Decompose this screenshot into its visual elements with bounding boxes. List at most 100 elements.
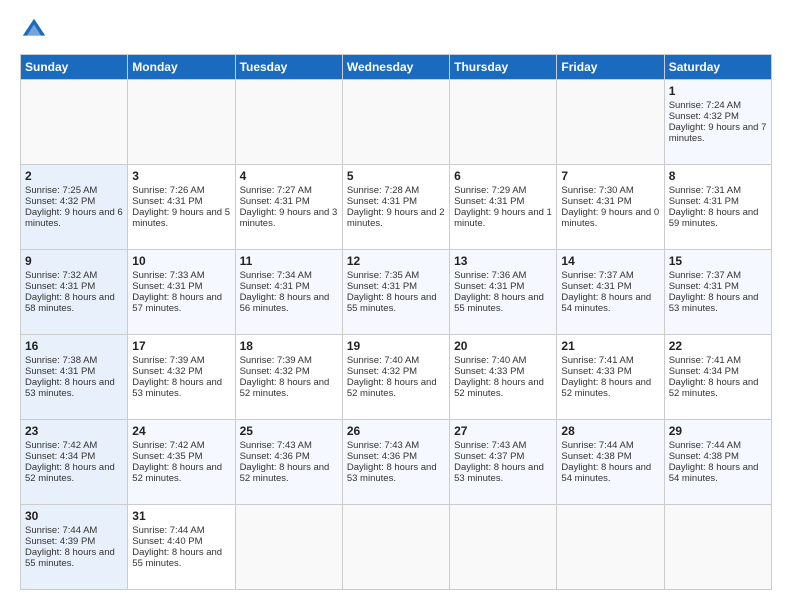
day-number: 10	[132, 254, 230, 268]
day-number: 15	[669, 254, 767, 268]
calendar-week-row: 30Sunrise: 7:44 AMSunset: 4:39 PMDayligh…	[21, 505, 772, 590]
sunrise-text: Sunrise: 7:30 AM	[561, 185, 633, 196]
calendar-cell: 11Sunrise: 7:34 AMSunset: 4:31 PMDayligh…	[235, 250, 342, 335]
sunset-text: Sunset: 4:31 PM	[240, 281, 310, 292]
daylight-text: Daylight: 9 hours and 7 minutes.	[669, 122, 767, 144]
sunset-text: Sunset: 4:31 PM	[240, 196, 310, 207]
calendar-cell: 17Sunrise: 7:39 AMSunset: 4:32 PMDayligh…	[128, 335, 235, 420]
col-monday: Monday	[128, 55, 235, 80]
sunset-text: Sunset: 4:37 PM	[454, 451, 524, 462]
daylight-text: Daylight: 8 hours and 53 minutes.	[669, 292, 759, 314]
daylight-text: Daylight: 8 hours and 52 minutes.	[25, 462, 115, 484]
sunrise-text: Sunrise: 7:28 AM	[347, 185, 419, 196]
sunset-text: Sunset: 4:36 PM	[240, 451, 310, 462]
day-number: 16	[25, 339, 123, 353]
sunset-text: Sunset: 4:31 PM	[347, 281, 417, 292]
col-tuesday: Tuesday	[235, 55, 342, 80]
daylight-text: Daylight: 8 hours and 55 minutes.	[454, 292, 544, 314]
calendar-cell: 30Sunrise: 7:44 AMSunset: 4:39 PMDayligh…	[21, 505, 128, 590]
calendar-cell	[557, 505, 664, 590]
calendar-cell: 24Sunrise: 7:42 AMSunset: 4:35 PMDayligh…	[128, 420, 235, 505]
day-number: 27	[454, 424, 552, 438]
sunrise-text: Sunrise: 7:27 AM	[240, 185, 312, 196]
daylight-text: Daylight: 8 hours and 53 minutes.	[454, 462, 544, 484]
calendar-cell: 16Sunrise: 7:38 AMSunset: 4:31 PMDayligh…	[21, 335, 128, 420]
calendar-week-row: 16 Sunrise: 7:38 AMSunset: 4:31 PM Dayligh…	[21, 335, 772, 420]
sunset-text: Sunset: 4:32 PM	[347, 366, 417, 377]
sunset-text: Sunset: 4:31 PM	[25, 281, 95, 292]
calendar-cell: 26Sunrise: 7:43 AMSunset: 4:36 PMDayligh…	[342, 420, 449, 505]
daylight-text: Daylight: 9 hours and 1 minute.	[454, 207, 552, 229]
daylight-text: Daylight: 8 hours and 52 minutes.	[240, 377, 330, 399]
calendar-cell: 31Sunrise: 7:44 AMSunset: 4:40 PMDayligh…	[128, 505, 235, 590]
daylight-text: Daylight: 8 hours and 55 minutes.	[132, 547, 222, 569]
sunset-text: Sunset: 4:31 PM	[347, 196, 417, 207]
sunrise-text: Sunrise: 7:44 AM	[25, 525, 97, 536]
calendar-cell	[235, 505, 342, 590]
col-thursday: Thursday	[450, 55, 557, 80]
sunset-text: Sunset: 4:35 PM	[132, 451, 202, 462]
day-number: 23	[25, 424, 123, 438]
daylight-text: Daylight: 8 hours and 55 minutes.	[25, 547, 115, 569]
sunrise-text: Sunrise: 7:33 AM	[132, 270, 204, 281]
day-number: 26	[347, 424, 445, 438]
sunset-text: Sunset: 4:31 PM	[561, 196, 631, 207]
calendar-page: Sunday Monday Tuesday Wednesday Thursday…	[0, 0, 792, 612]
sunset-text: Sunset: 4:31 PM	[132, 196, 202, 207]
daylight-text: Daylight: 8 hours and 54 minutes.	[669, 462, 759, 484]
day-number: 29	[669, 424, 767, 438]
daylight-text: Daylight: 9 hours and 5 minutes.	[132, 207, 230, 229]
day-number: 17	[132, 339, 230, 353]
sunrise-text: Sunrise: 7:44 AM	[132, 525, 204, 536]
day-number: 6	[454, 169, 552, 183]
daylight-text: Daylight: 8 hours and 52 minutes.	[347, 377, 437, 399]
daylight-text: Daylight: 8 hours and 52 minutes.	[132, 462, 222, 484]
calendar-table: Sunday Monday Tuesday Wednesday Thursday…	[20, 54, 772, 590]
daylight-text: Daylight: 8 hours and 59 minutes.	[669, 207, 759, 229]
sunrise-text: Sunrise: 7:34 AM	[240, 270, 312, 281]
calendar-cell: 6 Sunrise: 7:29 AMSunset: 4:31 PMDaylight…	[450, 165, 557, 250]
daylight-text: Daylight: 8 hours and 53 minutes.	[132, 377, 222, 399]
day-number: 22	[669, 339, 767, 353]
sunset-text: Sunset: 4:38 PM	[561, 451, 631, 462]
sunrise-text: Sunrise: 7:31 AM	[669, 185, 741, 196]
sunset-text: Sunset: 4:31 PM	[454, 281, 524, 292]
sunset-text: Sunset: 4:33 PM	[454, 366, 524, 377]
day-number: 31	[132, 509, 230, 523]
calendar-cell: 14Sunrise: 7:37 AMSunset: 4:31 PMDayligh…	[557, 250, 664, 335]
day-number: 14	[561, 254, 659, 268]
calendar-cell: 3Sunrise: 7:26 AMSunset: 4:31 PMDaylight…	[128, 165, 235, 250]
sunrise-text: Sunrise: 7:29 AM	[454, 185, 526, 196]
day-number: 4	[240, 169, 338, 183]
day-number: 9	[25, 254, 123, 268]
calendar-cell: 20Sunrise: 7:40 AMSunset: 4:33 PMDayligh…	[450, 335, 557, 420]
calendar-week-row: 23Sunrise: 7:42 AMSunset: 4:34 PMDayligh…	[21, 420, 772, 505]
day-number: 8	[669, 169, 767, 183]
daylight-text: Daylight: 9 hours and 2 minutes.	[347, 207, 445, 229]
daylight-text: Daylight: 8 hours and 57 minutes.	[132, 292, 222, 314]
day-number: 28	[561, 424, 659, 438]
sunrise-text: Sunrise: 7:39 AM	[240, 355, 312, 366]
calendar-cell: 7Sunrise: 7:30 AMSunset: 4:31 PMDaylight…	[557, 165, 664, 250]
calendar-cell	[342, 505, 449, 590]
sunset-text: Sunset: 4:31 PM	[454, 196, 524, 207]
calendar-cell	[128, 80, 235, 165]
sunrise-text: Sunrise: 7:37 AM	[561, 270, 633, 281]
daylight-text: Daylight: 9 hours and 6 minutes.	[25, 207, 123, 229]
day-number: 18	[240, 339, 338, 353]
sunrise-text: Sunrise: 7:40 AM	[454, 355, 526, 366]
sunset-text: Sunset: 4:31 PM	[25, 366, 95, 377]
sunrise-text: Sunrise: 7:38 AM	[25, 355, 97, 366]
calendar-week-row: 9Sunrise: 7:32 AMSunset: 4:31 PMDaylight…	[21, 250, 772, 335]
day-number: 1	[669, 84, 767, 98]
sunrise-text: Sunrise: 7:43 AM	[240, 440, 312, 451]
day-number: 3	[132, 169, 230, 183]
sunrise-text: Sunrise: 7:44 AM	[669, 440, 741, 451]
sunrise-text: Sunrise: 7:43 AM	[347, 440, 419, 451]
calendar-cell	[557, 80, 664, 165]
sunset-text: Sunset: 4:34 PM	[25, 451, 95, 462]
col-wednesday: Wednesday	[342, 55, 449, 80]
sunrise-text: Sunrise: 7:41 AM	[669, 355, 741, 366]
day-number: 19	[347, 339, 445, 353]
calendar-cell	[342, 80, 449, 165]
